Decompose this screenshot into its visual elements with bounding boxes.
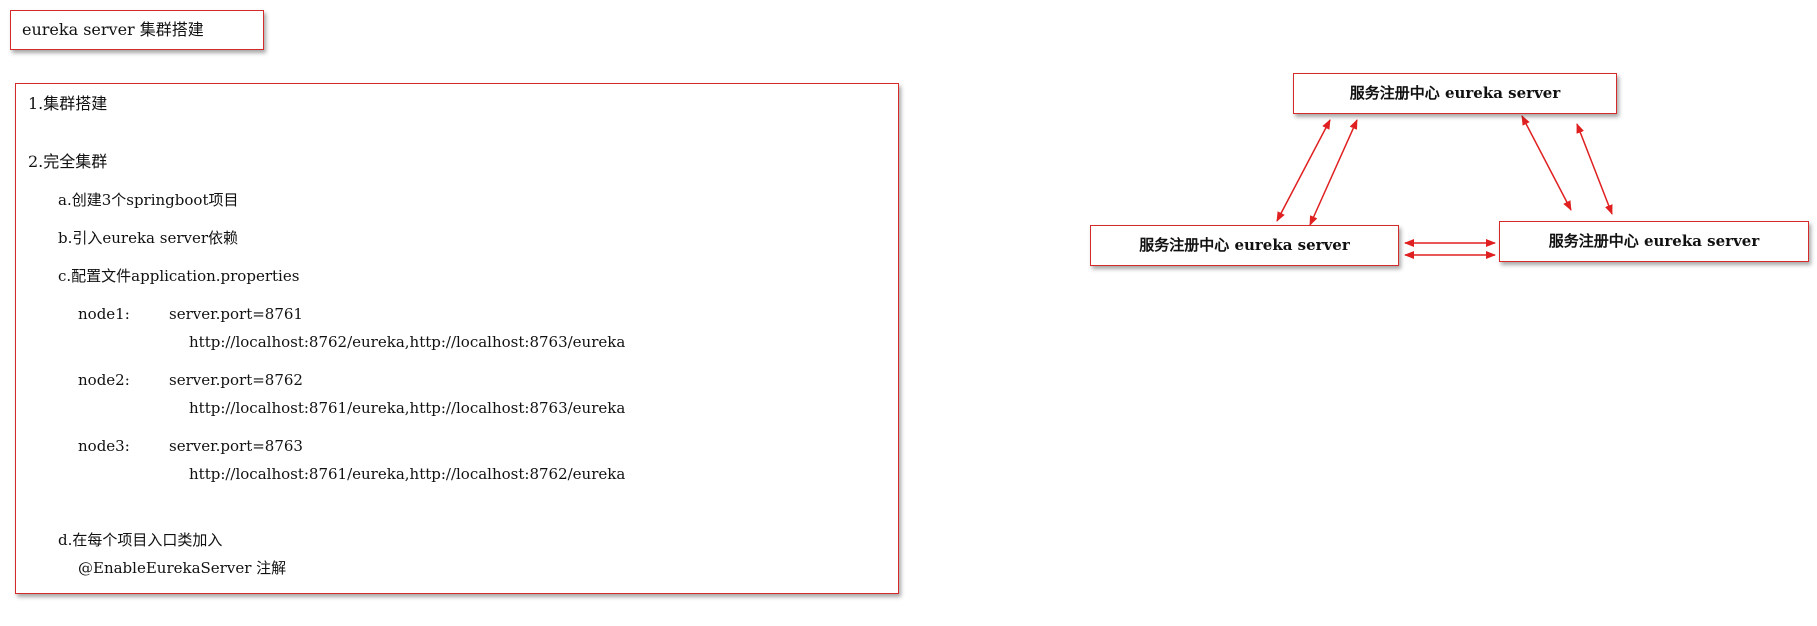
node1-urls: http://localhost:8762/eureka,http://loca… [189, 333, 626, 351]
arrow-top-left-a [1276, 119, 1331, 222]
annotation-note: @EnableEurekaServer 注解 [78, 559, 287, 577]
substep-a: a.创建3个springboot项目 [58, 191, 239, 209]
arrow-top-right-a [1521, 115, 1572, 211]
page-title: eureka server 集群搭建 [10, 10, 264, 50]
node1-label: node1: [78, 305, 130, 323]
step-2-heading: 2.完全集群 [28, 152, 108, 171]
arrow-top-left-b [1309, 119, 1358, 226]
substep-b: b.引入eureka server依赖 [58, 229, 239, 247]
registry-node-top: 服务注册中心 eureka server [1293, 73, 1617, 114]
registry-node-right: 服务注册中心 eureka server [1499, 221, 1809, 262]
step-1-heading: 1.集群搭建 [28, 94, 108, 113]
registry-node-left: 服务注册中心 eureka server [1090, 225, 1399, 266]
substep-d: d.在每个项目入口类加入 [58, 531, 223, 549]
node3-urls: http://localhost:8761/eureka,http://loca… [189, 465, 626, 483]
node1-port: server.port=8761 [169, 305, 303, 323]
node2-label: node2: [78, 371, 130, 389]
substep-c: c.配置文件application.properties [58, 267, 300, 285]
node3-label: node3: [78, 437, 130, 455]
arrow-top-right-b [1576, 123, 1613, 215]
node2-urls: http://localhost:8761/eureka,http://loca… [189, 399, 626, 417]
node3-port: server.port=8763 [169, 437, 303, 455]
instructions-panel: 1.集群搭建 2.完全集群 a.创建3个springboot项目 b.引入eur… [15, 83, 899, 594]
node2-port: server.port=8762 [169, 371, 303, 389]
